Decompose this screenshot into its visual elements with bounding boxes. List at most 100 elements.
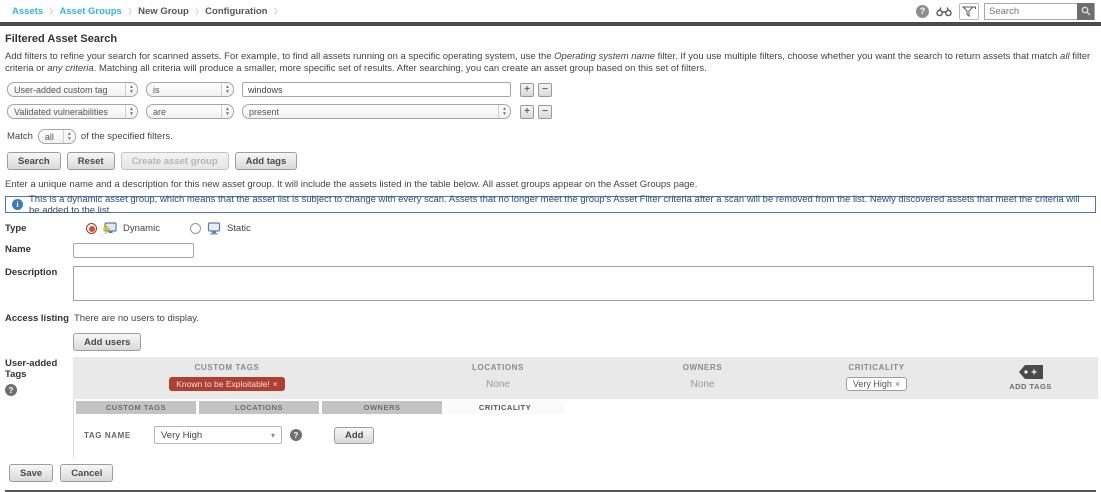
description-textarea[interactable] [73,266,1094,301]
breadcrumb-new-group[interactable]: New Group [134,6,193,17]
filter-help-text-part: filter. If you use multiple filters, cho… [655,51,1060,62]
filter-field-select[interactable]: Validated vulnerabilities ▲▼ [7,104,138,119]
info-icon: i [12,199,23,210]
custom-tag-chip[interactable]: Known to be Exploitable!× [169,377,285,391]
filter-help-text-italic: all [1060,51,1070,62]
add-tag-icon[interactable]: + [1018,364,1044,380]
static-type-icon [207,222,221,235]
help-icon[interactable]: ? [916,5,929,18]
add-criticality-button[interactable]: Add [334,427,374,444]
spinner-arrows-icon: ▲▼ [498,105,510,118]
description-row: Description [5,266,1096,304]
user-added-tags-label-text: User-added Tags [5,358,57,380]
criticality-column: CRITICALITY Very High× [790,363,963,391]
svg-text:+: + [1031,367,1037,378]
filter-operator-select[interactable]: are ▲▼ [146,104,234,119]
filter-help-text-part: Add filters to refine your search for sc… [5,51,554,62]
tab-locations[interactable]: LOCATIONS [199,401,319,414]
owners-column: OWNERS None [615,363,790,391]
match-row: Match all ▲▼ of the specified filters. [7,129,1096,144]
filter-icon[interactable] [959,3,979,20]
chevron-separator-icon: › [49,4,53,18]
dynamic-label: Dynamic [123,223,160,234]
filter-field-value: User-added custom tag [8,83,114,96]
remove-filter-button[interactable]: − [538,83,552,97]
search-filters-button[interactable]: Search [7,152,61,170]
page-title: Filtered Asset Search [5,33,1096,45]
tag-name-select[interactable]: Very High ▾ [154,426,282,444]
save-button[interactable]: Save [9,464,53,482]
user-added-tags-label: User-added Tags ? [5,357,73,458]
dynamic-group-banner: i This is a dynamic asset group, which m… [5,196,1096,213]
filter-value-input[interactable] [242,82,511,97]
breadcrumb: Assets › Asset Groups › New Group › Conf… [8,6,278,17]
match-value: all [39,130,60,143]
search-button[interactable] [1077,3,1094,20]
tags-help-icon[interactable]: ? [5,384,17,396]
remove-filter-button[interactable]: − [538,105,552,119]
filter-help-text-part: . Matching all criteria will produce a s… [94,63,707,74]
chevron-separator-icon: › [128,4,132,18]
spinner-arrows-icon: ▲▼ [63,130,75,143]
spinner-arrows-icon: ▲▼ [125,105,137,118]
static-radio[interactable] [190,223,201,234]
filter-row: User-added custom tag ▲▼ is ▲▼ + − [7,82,1096,97]
filter-operator-select[interactable]: is ▲▼ [146,82,234,97]
filter-actions: Search Reset Create asset group Add tags [7,152,1096,170]
locations-header: LOCATIONS [472,363,524,372]
search-box [984,3,1095,20]
spinner-arrows-icon: ▲▼ [221,105,233,118]
chevron-separator-icon: › [195,4,199,18]
add-tags-button[interactable]: Add tags [235,152,298,170]
breadcrumb-asset-groups[interactable]: Asset Groups [56,6,126,17]
cancel-button[interactable]: Cancel [60,464,113,482]
tab-owners[interactable]: OWNERS [322,401,442,414]
top-bar: Assets › Asset Groups › New Group › Conf… [0,0,1101,22]
create-asset-group-button[interactable]: Create asset group [121,152,229,170]
owners-value: None [691,379,715,390]
add-users-button[interactable]: Add users [73,333,141,351]
access-listing-row: Access listing There are no users to dis… [5,312,1096,351]
filter-row-controls: + − [520,83,552,97]
filter-help-text-italic: Operating system name [554,51,655,62]
breadcrumb-assets[interactable]: Assets [8,6,47,17]
dynamic-radio[interactable] [86,223,97,234]
custom-tags-column: CUSTOM TAGS Known to be Exploitable!× [73,363,381,391]
filter-field-value: Validated vulnerabilities [8,105,114,118]
add-filter-button[interactable]: + [520,105,534,119]
criticality-header: CRITICALITY [848,363,904,372]
criticality-chip[interactable]: Very High× [846,377,907,391]
remove-tag-icon[interactable]: × [273,379,278,389]
owners-header: OWNERS [683,363,723,372]
match-suffix-label: of the specified filters. [81,131,173,142]
name-label: Name [5,243,73,258]
search-icon [1081,6,1091,16]
group-note-text: Enter a unique name and a description fo… [5,179,1096,190]
description-label: Description [5,266,73,304]
filter-value-text: present [243,105,285,118]
add-filter-button[interactable]: + [520,83,534,97]
name-input[interactable] [73,243,194,258]
static-label: Static [227,223,251,234]
locations-value: None [486,379,510,390]
match-select[interactable]: all ▲▼ [38,129,76,144]
breadcrumb-configuration[interactable]: Configuration [201,6,271,17]
tag-name-row: TAG NAME Very High ▾ ? Add [76,414,1098,454]
search-input[interactable] [985,4,1077,19]
tab-criticality[interactable]: CRITICALITY [445,401,565,414]
filter-value-select[interactable]: present ▲▼ [242,104,511,119]
filter-field-select[interactable]: User-added custom tag ▲▼ [7,82,138,97]
tag-name-label: TAG NAME [84,431,146,440]
spinner-arrows-icon: ▲▼ [125,83,137,96]
user-added-tags-row: User-added Tags ? CUSTOM TAGS Known to b… [5,357,1096,458]
custom-tags-header: CUSTOM TAGS [195,363,260,372]
tab-custom-tags[interactable]: CUSTOM TAGS [76,401,196,414]
binoculars-icon[interactable] [934,3,954,20]
chevron-separator-icon: › [273,4,277,18]
criticality-help-icon[interactable]: ? [290,429,302,441]
tags-summary-header: CUSTOM TAGS Known to be Exploitable!× LO… [73,357,1098,399]
reset-button[interactable]: Reset [67,152,115,170]
banner-text: This is a dynamic asset group, which mea… [29,194,1089,216]
add-tags-column: + ADD TAGS [963,363,1098,391]
remove-criticality-icon[interactable]: × [895,379,900,389]
